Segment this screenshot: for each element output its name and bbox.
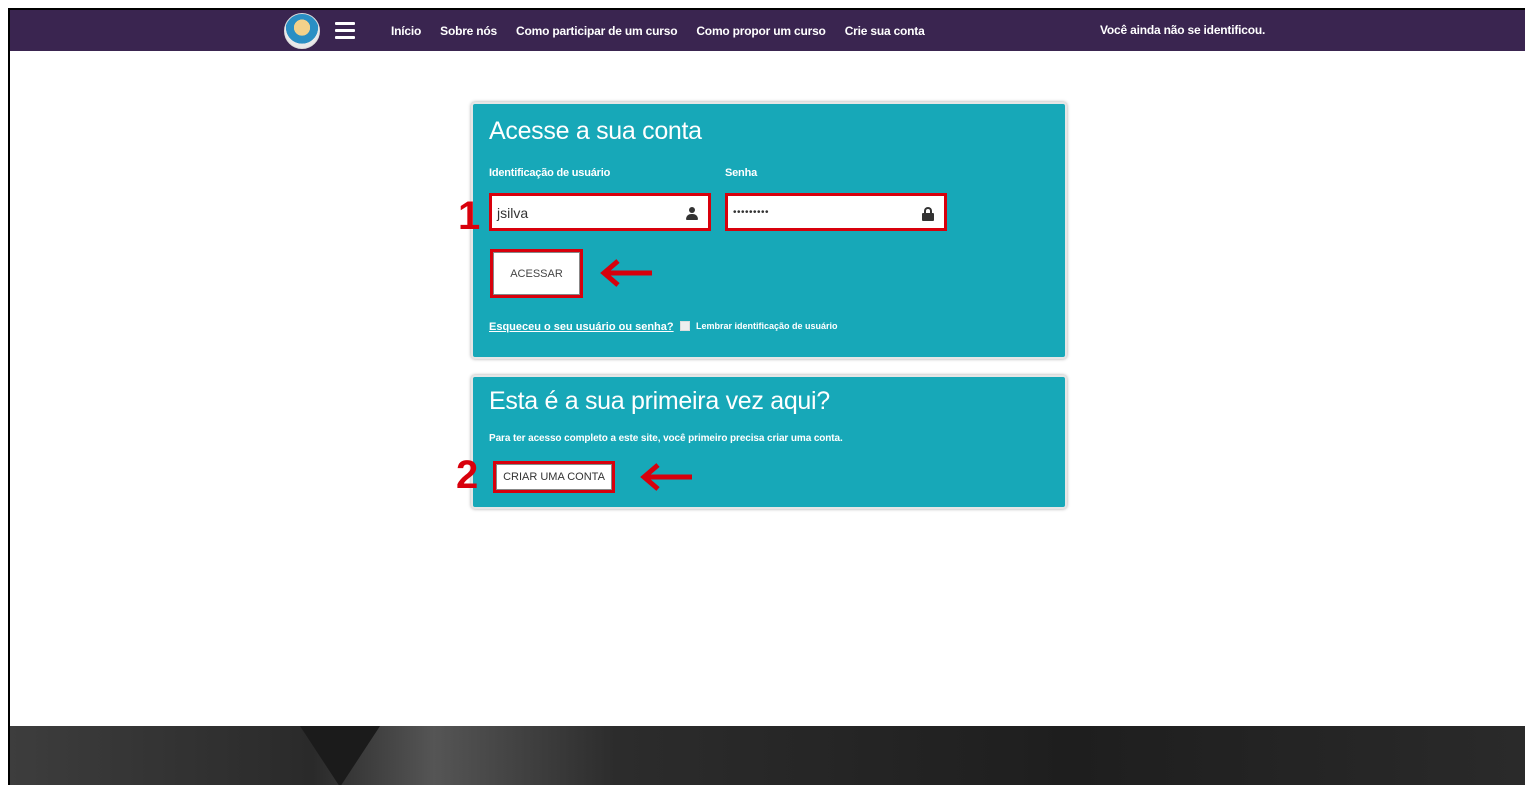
- login-status: Você ainda não se identificou.: [1100, 23, 1266, 37]
- acessar-button-label: ACESSAR: [493, 252, 580, 295]
- nav-links: Início Sobre nós Como participar de um c…: [391, 10, 925, 51]
- lock-icon: [922, 207, 934, 221]
- criar-conta-button-label: CRIAR UMA CONTA: [496, 464, 612, 490]
- site-logo[interactable]: [284, 13, 320, 49]
- menu-icon[interactable]: [335, 22, 355, 39]
- username-field[interactable]: jsilva: [489, 193, 711, 231]
- nav-link-como-participar[interactable]: Como participar de um curso: [516, 24, 678, 38]
- login-title: Acesse a sua conta: [489, 117, 702, 145]
- signup-description: Para ter acesso completo a este site, vo…: [489, 433, 843, 444]
- page-frame: Início Sobre nós Como participar de um c…: [8, 8, 1525, 785]
- forgot-credentials-link[interactable]: Esqueceu o seu usuário ou senha?: [489, 321, 674, 333]
- top-navbar: Início Sobre nós Como participar de um c…: [10, 10, 1525, 51]
- remember-checkbox[interactable]: [680, 321, 690, 331]
- annotation-marker-2: 2: [456, 453, 479, 497]
- footer-banner: [10, 726, 1525, 785]
- login-card: Acesse a sua conta Identificação de usuá…: [471, 102, 1067, 359]
- username-value: jsilva: [497, 205, 529, 221]
- nav-link-sobre[interactable]: Sobre nós: [440, 24, 497, 38]
- password-label: Senha: [725, 167, 758, 179]
- signup-title: Esta é a sua primeira vez aqui?: [489, 387, 830, 415]
- footer-decoration: [300, 726, 380, 785]
- annotation-arrow-left-icon: [600, 259, 652, 287]
- nav-link-inicio[interactable]: Início: [391, 24, 421, 38]
- criar-conta-button[interactable]: CRIAR UMA CONTA: [493, 461, 615, 493]
- nav-link-crie-conta[interactable]: Crie sua conta: [845, 24, 925, 38]
- password-field[interactable]: •••••••••: [725, 193, 947, 231]
- annotation-marker-1: 1: [458, 194, 481, 238]
- annotation-arrow-left-icon: [640, 463, 692, 491]
- username-label: Identificação de usuário: [489, 167, 611, 179]
- remember-username: Lembrar identificação de usuário: [680, 321, 838, 331]
- acessar-button[interactable]: ACESSAR: [490, 249, 583, 298]
- password-value: •••••••••: [733, 207, 770, 218]
- remember-label: Lembrar identificação de usuário: [696, 321, 838, 331]
- signup-card: Esta é a sua primeira vez aqui? Para ter…: [471, 375, 1067, 509]
- user-icon: [686, 207, 698, 221]
- nav-link-como-propor[interactable]: Como propor um curso: [696, 24, 826, 38]
